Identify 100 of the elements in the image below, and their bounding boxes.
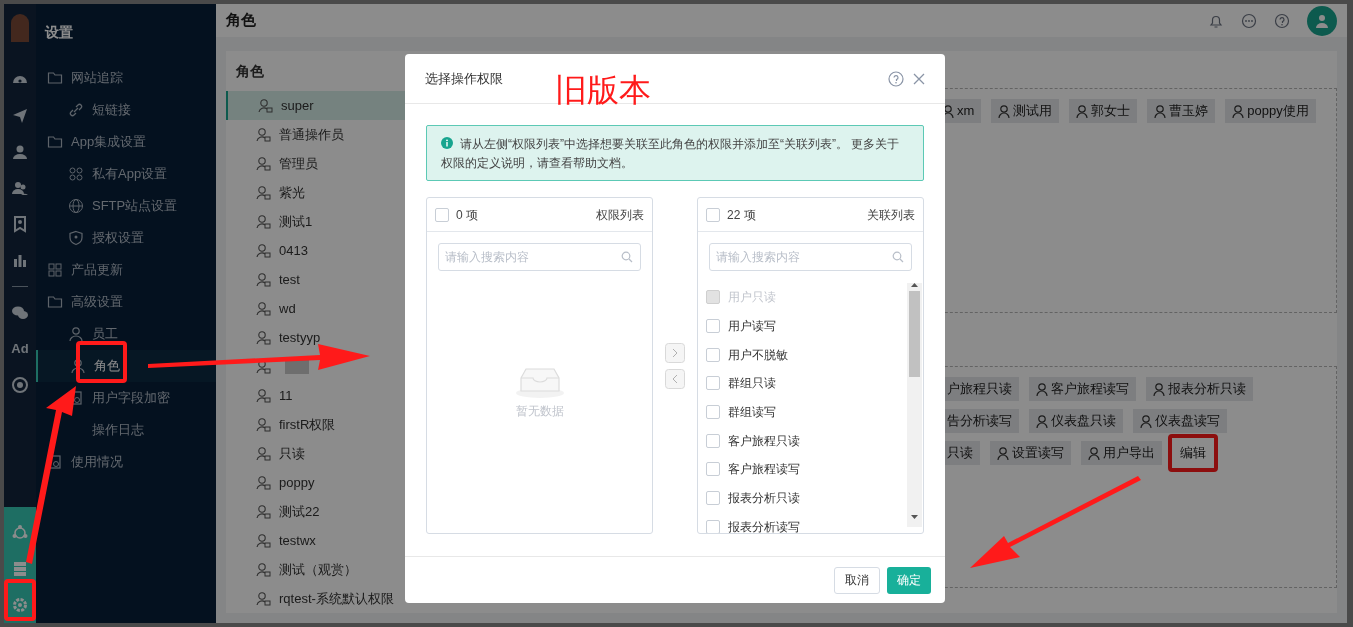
search-icon: [621, 251, 633, 263]
role-item[interactable]: 0413: [226, 236, 426, 265]
checkbox[interactable]: [706, 405, 720, 420]
help-icon[interactable]: [888, 70, 904, 87]
role-icon: [256, 591, 271, 606]
permission-tag: 客户旅程读写: [1029, 377, 1136, 401]
highlight-box: [76, 341, 127, 383]
avatar[interactable]: [1307, 5, 1337, 36]
sidebar-item-label: 短链接: [92, 101, 131, 120]
user-icon: [998, 104, 1011, 118]
sidebar-item[interactable]: 网站追踪: [36, 62, 216, 94]
permission-label: 用户不脱敏: [728, 347, 788, 362]
sidebar-item[interactable]: 产品更新: [36, 254, 216, 286]
user-icon: [997, 446, 1009, 460]
chat-icon[interactable]: [1241, 12, 1257, 29]
role-item[interactable]: 管理员: [226, 149, 426, 178]
role-item[interactable]: 测试22: [226, 497, 426, 526]
search-field[interactable]: 请输入搜索内容: [709, 243, 912, 271]
sidebar-item[interactable]: 短链接: [36, 94, 216, 126]
permission-label: 客户旅程只读: [728, 433, 800, 448]
user-icon: [1036, 382, 1048, 396]
item-count: 22 项: [727, 206, 757, 224]
shield-icon: [68, 230, 84, 246]
checkbox[interactable]: [706, 519, 720, 533]
user-icon: [68, 326, 84, 342]
role-item[interactable]: 普通操作员: [226, 120, 426, 149]
target-icon[interactable]: [11, 376, 29, 394]
permission-tag: 曹玉婷: [1147, 99, 1216, 123]
permission-tag: poppy使用: [1225, 99, 1316, 123]
role-label: rqtest-系统默认权限: [279, 589, 394, 608]
role-icon: [256, 214, 271, 229]
role-item[interactable]: test: [226, 265, 426, 294]
user-icon: [1140, 414, 1152, 428]
sidebar-item[interactable]: App集成设置: [36, 126, 216, 158]
sidebar-item[interactable]: 操作日志: [36, 414, 216, 446]
user-icon: [1036, 414, 1048, 428]
list-title: 角色: [235, 62, 265, 81]
users-icon[interactable]: [11, 179, 29, 197]
permission-tag: 仪表盘读写: [1133, 409, 1227, 433]
role-label: firstR权限: [279, 415, 336, 434]
sidebar-item-label: 角色: [94, 357, 120, 376]
permission-label: 报表分析读写: [728, 519, 800, 533]
sidebar-item[interactable]: 授权设置: [36, 222, 216, 254]
role-label: 只读: [279, 444, 305, 463]
role-item[interactable]: rqtest-系统默认权限: [226, 584, 426, 613]
role-item[interactable]: testwx: [226, 526, 426, 555]
role-icon: [256, 156, 271, 171]
permission-tag: 仪表盘只读: [1029, 409, 1123, 433]
settings-icon[interactable]: [11, 596, 29, 614]
sidebar-item-label: 使用情况: [71, 453, 123, 472]
folder-icon: [47, 134, 63, 150]
role-item[interactable]: wd: [226, 294, 426, 323]
role-item[interactable]: 测试1: [226, 207, 426, 236]
user-icon[interactable]: [11, 143, 29, 161]
role-label: poppy: [279, 473, 315, 492]
select-all-checkbox[interactable]: [435, 207, 449, 222]
empty-inbox-icon: [514, 366, 565, 398]
server-icon[interactable]: [11, 560, 29, 578]
role-item[interactable]: poppy: [226, 468, 426, 497]
role-item[interactable]: 测试（观赏）: [226, 555, 426, 584]
move-right-button[interactable]: [665, 343, 685, 363]
sidebar-item-label: SFTP站点设置: [92, 197, 178, 216]
role-item[interactable]: 11: [226, 381, 426, 410]
role-item[interactable]: 紫光: [226, 178, 426, 207]
page-title: 角色: [226, 10, 257, 31]
permission-label: 用户读写: [728, 319, 776, 334]
checkbox[interactable]: [706, 319, 720, 334]
checkbox[interactable]: [706, 491, 720, 506]
permission-tag: 郭女士: [1069, 99, 1138, 123]
help-icon[interactable]: [1274, 12, 1290, 29]
role-icon: [258, 98, 273, 113]
confirm-button[interactable]: 确定: [887, 566, 931, 594]
permission-label: 报表分析只读: [728, 491, 800, 506]
sidebar-item-label: 私有App设置: [92, 165, 168, 184]
search-field[interactable]: 请输入搜索内容: [438, 243, 641, 271]
network-icon[interactable]: [11, 524, 29, 542]
sidebar-item[interactable]: SFTP站点设置: [36, 190, 216, 222]
role-item[interactable]: 只读: [226, 439, 426, 468]
checkbox[interactable]: [706, 462, 720, 477]
sidebar-item[interactable]: 私有App设置: [36, 158, 216, 190]
annotation-label: 旧版本: [555, 71, 651, 110]
ad-label[interactable]: Ad: [11, 331, 29, 367]
move-left-button[interactable]: [665, 369, 685, 389]
sidebar-item[interactable]: 高级设置: [36, 286, 216, 318]
sidebar-item[interactable]: 员工: [36, 318, 216, 350]
globe-icon: [68, 198, 84, 214]
edit-link[interactable]: 编辑: [1176, 441, 1210, 465]
checkbox[interactable]: [706, 433, 720, 448]
bookmark-icon[interactable]: [11, 215, 29, 233]
empty-text: 暂无数据: [515, 403, 564, 420]
send-icon[interactable]: [11, 107, 29, 125]
chat-icon[interactable]: [11, 304, 29, 322]
role-item[interactable]: firstR权限: [226, 410, 426, 439]
scrollbar[interactable]: [907, 283, 922, 527]
close-icon[interactable]: [913, 72, 925, 85]
checkbox[interactable]: [706, 347, 720, 362]
cancel-button[interactable]: 取消: [834, 566, 880, 594]
select-all-checkbox[interactable]: [706, 207, 720, 222]
role-label: 普通操作员: [279, 125, 344, 144]
checkbox[interactable]: [706, 376, 720, 391]
